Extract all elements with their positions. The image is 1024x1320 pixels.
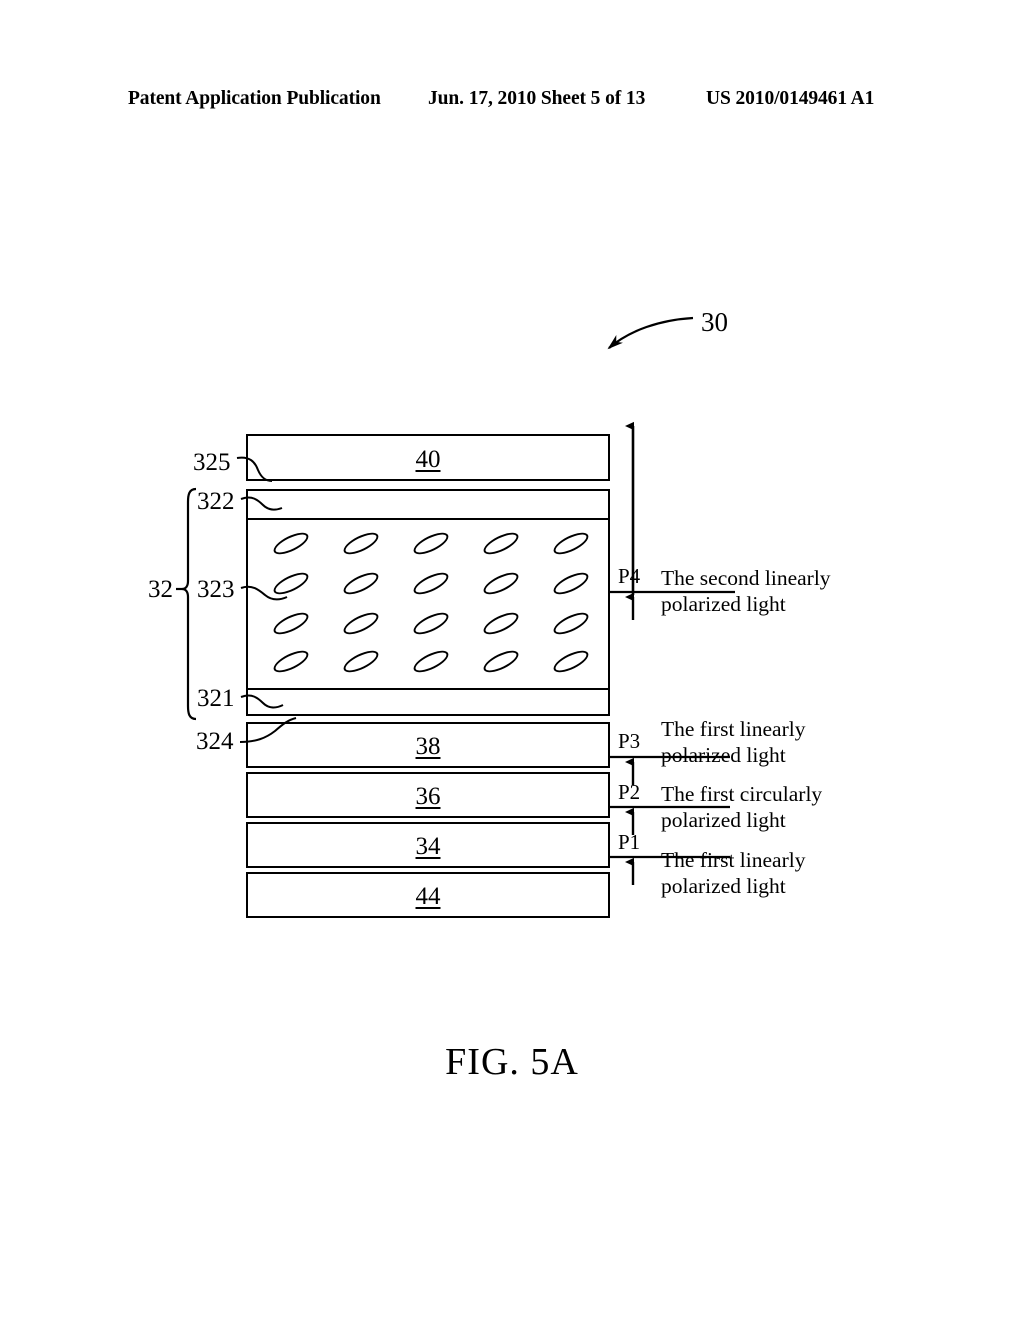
patent-figure-5a: 40 38 36 34 44 325 322 323 321 324 32 30… (0, 0, 1024, 1320)
light-path-desc-p1: The first linearly polarized light (661, 847, 805, 899)
layer-box-44: 44 (246, 872, 610, 918)
layer-box-38: 38 (246, 722, 610, 768)
light-path-desc-p2-line1: The first circularly (661, 782, 823, 806)
figure-caption: FIG. 5A (445, 1041, 579, 1083)
cell-divider-lower (248, 688, 608, 690)
light-path-desc-p1-line2: polarized light (661, 874, 786, 899)
lc-molecule (270, 646, 312, 677)
lc-molecule (550, 528, 592, 559)
light-path-desc-p4: The second linearly polarized light (661, 565, 831, 617)
lc-molecule (270, 528, 312, 559)
lc-molecule (480, 528, 522, 559)
lc-molecule (340, 608, 382, 639)
reference-numeral-32: 32 (148, 576, 173, 603)
reference-numeral-324: 324 (196, 728, 234, 755)
reference-numeral-321: 321 (197, 685, 235, 712)
lc-molecule (340, 646, 382, 677)
lc-molecule (270, 608, 312, 639)
light-path-label-p4: P4 (618, 564, 641, 588)
lc-molecule (550, 568, 592, 599)
layer-number-36: 36 (415, 783, 441, 810)
lc-molecule (550, 608, 592, 639)
assembly-leader-30 (607, 316, 694, 350)
lc-molecule (410, 528, 452, 559)
lc-molecule (270, 568, 312, 599)
layer-number-40: 40 (415, 446, 441, 473)
group-bracket-32 (181, 487, 197, 721)
light-path-desc-p4-line1: The second linearly (661, 566, 831, 590)
layer-number-34: 34 (415, 833, 441, 860)
lc-molecule (340, 528, 382, 559)
light-path-desc-p3: The first linearly polarized light (661, 716, 805, 768)
layer-box-36: 36 (246, 772, 610, 818)
light-path-desc-p2: The first circularly polarized light (661, 781, 822, 833)
light-path-label-p1: P1 (618, 830, 641, 854)
reference-numeral-30: 30 (701, 307, 728, 337)
light-path-desc-p2-line2: polarized light (661, 808, 786, 833)
light-path-desc-p3-line2: polarized light (661, 743, 786, 768)
cell-divider-upper (248, 518, 608, 520)
lc-molecule (340, 568, 382, 599)
light-path-desc-p1-line1: The first linearly (661, 848, 806, 872)
lc-molecule (410, 608, 452, 639)
layer-number-38: 38 (415, 733, 441, 760)
lc-molecule (480, 646, 522, 677)
light-path-label-p2: P2 (618, 780, 641, 804)
lc-molecule (550, 646, 592, 677)
layer-box-40: 40 (246, 434, 610, 481)
liquid-crystal-cell-block-32 (246, 489, 610, 716)
lc-molecule (410, 568, 452, 599)
light-path-desc-p3-line1: The first linearly (661, 717, 806, 741)
reference-numeral-322: 322 (197, 488, 235, 515)
lc-molecule (480, 608, 522, 639)
lc-molecule (480, 568, 522, 599)
layer-box-34: 34 (246, 822, 610, 868)
reference-numeral-323: 323 (197, 576, 235, 603)
layer-number-44: 44 (415, 883, 441, 910)
light-path-label-p3: P3 (618, 729, 641, 753)
lc-molecule (410, 646, 452, 677)
reference-numeral-325: 325 (193, 449, 231, 476)
light-path-desc-p4-line2: polarized light (661, 592, 786, 617)
